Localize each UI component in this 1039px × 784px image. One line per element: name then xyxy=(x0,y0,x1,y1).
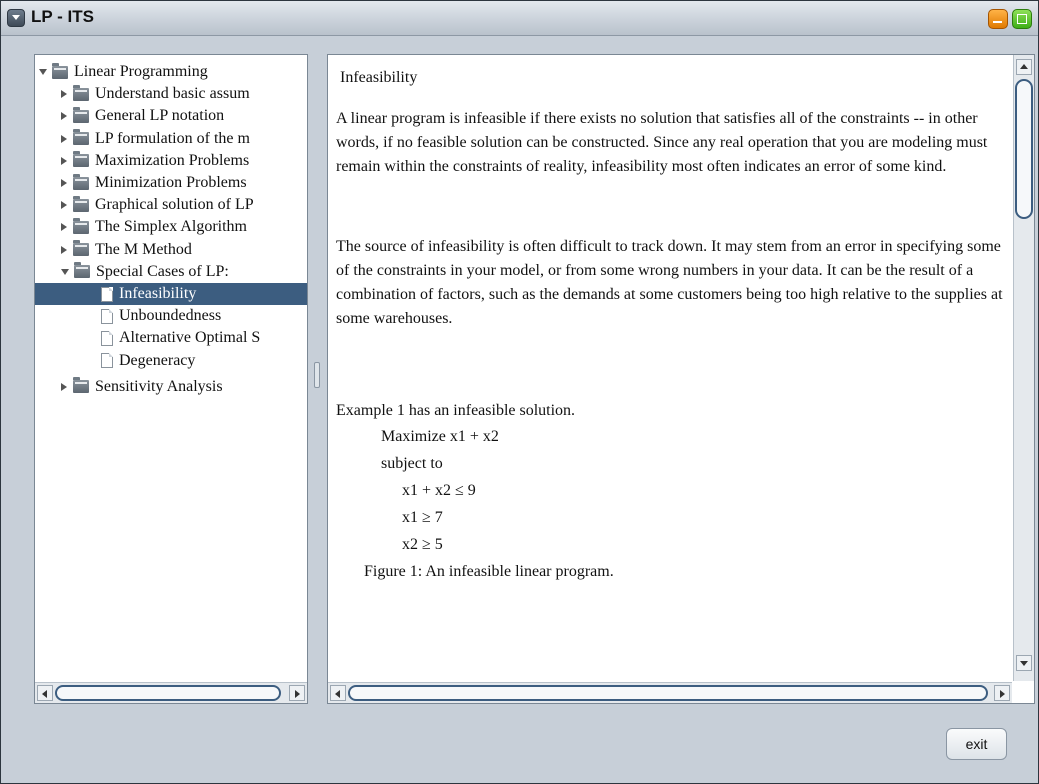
document-icon xyxy=(101,308,113,324)
minimize-button[interactable] xyxy=(988,9,1008,29)
tree-item-label: Alternative Optimal S xyxy=(119,329,261,347)
lesson-content: Infeasibility A linear program is infeas… xyxy=(328,55,1012,681)
folder-icon xyxy=(73,106,89,123)
scroll-down-button[interactable] xyxy=(1016,655,1032,671)
folder-icon xyxy=(73,84,89,101)
expand-right-icon[interactable] xyxy=(61,90,67,99)
tree-item-label: LP formulation of the m xyxy=(95,129,250,147)
tree-folder-item[interactable]: Linear Programming xyxy=(35,61,208,83)
tree-leaf-item[interactable]: Unboundedness xyxy=(35,305,221,327)
pane-splitter[interactable] xyxy=(310,54,324,702)
tree-item-label: Infeasibility xyxy=(119,285,197,302)
expand-right-icon[interactable] xyxy=(61,201,67,210)
folder-icon xyxy=(73,151,89,168)
content-heading: Infeasibility xyxy=(340,69,418,86)
scroll-right-button[interactable] xyxy=(289,685,305,701)
tree-item-label: Understand basic assum xyxy=(95,85,250,103)
scroll-up-button[interactable] xyxy=(1016,59,1032,75)
tree-leaf-item[interactable]: Infeasibility xyxy=(35,283,307,305)
folder-icon xyxy=(74,262,90,279)
tree-folder-item[interactable]: Sensitivity Analysis xyxy=(35,376,223,398)
folder-icon xyxy=(73,195,89,212)
expand-down-icon[interactable] xyxy=(39,69,47,75)
expand-right-icon[interactable] xyxy=(61,134,67,143)
objective-line: Maximize x1 + x2 xyxy=(381,428,499,445)
main-window: LP - ITS Linear Programming Understand ba… xyxy=(0,0,1039,784)
scroll-thumb[interactable] xyxy=(348,685,988,701)
window-title: LP - ITS xyxy=(31,7,94,26)
tree-folder-item[interactable]: General LP notation xyxy=(35,105,224,127)
tree-horizontal-scrollbar[interactable] xyxy=(35,682,307,703)
constraint-line: x1 ≥ 7 xyxy=(402,509,443,526)
tree-item-label: Linear Programming xyxy=(74,63,208,80)
document-icon xyxy=(101,353,113,369)
content-horizontal-scrollbar[interactable] xyxy=(328,682,1012,703)
constraint-line: x2 ≥ 5 xyxy=(402,536,443,553)
folder-icon xyxy=(73,173,89,190)
tree-folder-item[interactable]: The Simplex Algorithm xyxy=(35,216,247,238)
scroll-right-button[interactable] xyxy=(994,685,1010,701)
scroll-thumb[interactable] xyxy=(55,685,281,701)
splitter-grip[interactable] xyxy=(314,362,320,388)
tree-item-label: The M Method xyxy=(95,240,192,258)
expand-right-icon[interactable] xyxy=(61,156,67,165)
topic-tree: Linear Programming Understand basic assum… xyxy=(35,55,307,681)
tree-folder-item[interactable]: Maximization Problems xyxy=(35,150,249,172)
topic-tree-panel: Linear Programming Understand basic assum… xyxy=(34,54,308,704)
scroll-left-button[interactable] xyxy=(37,685,53,701)
tree-item-label: Degeneracy xyxy=(119,351,196,369)
scroll-thumb[interactable] xyxy=(1015,79,1033,219)
title-bar[interactable]: LP - ITS xyxy=(1,1,1038,36)
folder-icon xyxy=(52,62,68,79)
document-icon xyxy=(101,330,113,346)
expand-right-icon[interactable] xyxy=(61,223,67,232)
paragraph-2: The source of infeasibility is often dif… xyxy=(336,238,1003,327)
tree-item-label: General LP notation xyxy=(95,107,225,125)
subject-to-line: subject to xyxy=(381,455,443,472)
tree-leaf-item[interactable]: Degeneracy xyxy=(35,350,195,372)
tree-folder-item[interactable]: Minimization Problems xyxy=(35,172,247,194)
tree-folder-item[interactable]: Graphical solution of LP xyxy=(35,194,254,216)
tree-leaf-item[interactable]: Alternative Optimal S xyxy=(35,327,260,349)
tree-item-label: Graphical solution of LP xyxy=(95,196,254,214)
tree-item-label: Sensitivity Analysis xyxy=(95,377,223,395)
folder-icon xyxy=(73,129,89,146)
paragraph-1: A linear program is infeasible if there … xyxy=(336,110,988,175)
exit-button[interactable]: exit xyxy=(946,728,1007,760)
constraint-line: x1 + x2 ≤ 9 xyxy=(402,482,476,499)
tree-item-label: Special Cases of LP: xyxy=(96,262,229,280)
content-vertical-scrollbar[interactable] xyxy=(1013,55,1034,681)
expand-right-icon[interactable] xyxy=(61,382,67,391)
maximize-button[interactable] xyxy=(1012,9,1032,29)
tree-item-label: Unboundedness xyxy=(119,307,222,325)
tree-item-label: The Simplex Algorithm xyxy=(95,218,247,236)
tree-folder-item[interactable]: LP formulation of the m xyxy=(35,128,250,150)
content-panel: Infeasibility A linear program is infeas… xyxy=(327,54,1035,704)
tree-item-label: Maximization Problems xyxy=(95,151,250,169)
tree-item-label: Minimization Problems xyxy=(95,174,247,191)
expand-down-icon[interactable] xyxy=(61,268,69,275)
expand-right-icon[interactable] xyxy=(61,112,67,121)
tree-folder-item[interactable]: Special Cases of LP: xyxy=(35,261,229,283)
scroll-left-button[interactable] xyxy=(330,685,346,701)
folder-icon xyxy=(73,377,89,394)
tree-folder-item[interactable]: The M Method xyxy=(35,239,192,261)
folder-icon xyxy=(73,217,89,234)
expand-right-icon[interactable] xyxy=(61,179,67,187)
figure-caption: Figure 1: An infeasible linear program. xyxy=(364,563,614,580)
example-intro: Example 1 has an infeasible solution. xyxy=(336,402,576,419)
folder-icon xyxy=(73,240,89,257)
document-icon xyxy=(101,286,113,302)
window-menu-icon[interactable] xyxy=(7,9,25,27)
tree-folder-item[interactable]: Understand basic assum xyxy=(35,83,250,105)
expand-right-icon[interactable] xyxy=(61,245,67,254)
